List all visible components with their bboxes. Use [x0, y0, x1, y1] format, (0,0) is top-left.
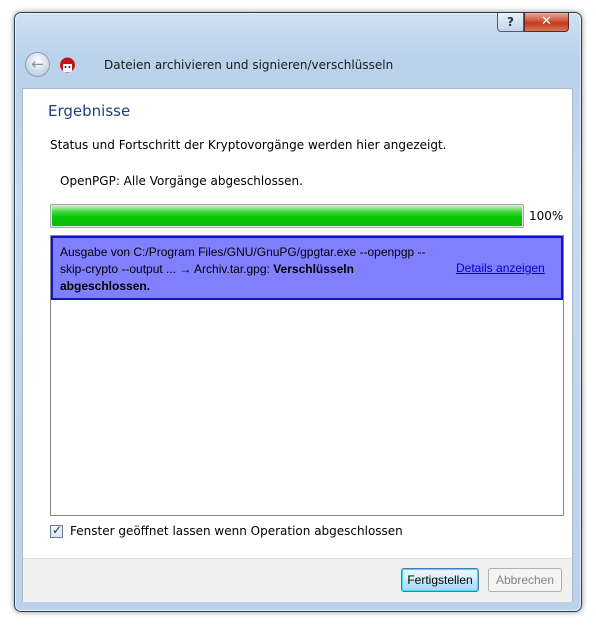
progress-bar-fill: [52, 206, 522, 226]
checkmark-icon: ✓: [52, 522, 63, 537]
page-description: Status und Fortschritt der Kryptovorgäng…: [50, 138, 447, 152]
keep-open-option[interactable]: ✓ Fenster geöffnet lassen wenn Operation…: [50, 522, 403, 538]
help-button[interactable]: ?: [497, 13, 524, 32]
keep-open-checkbox[interactable]: ✓: [50, 522, 63, 538]
operations-status: OpenPGP: Alle Vorgänge abgeschlossen.: [60, 174, 303, 188]
result-message: Ausgabe von C:/Program Files/GNU/GnuPG/g…: [60, 244, 445, 295]
result-output-text: Ausgabe von C:/Program Files/GNU/GnuPG/g…: [60, 245, 426, 276]
cancel-button[interactable]: Abbrechen: [488, 568, 562, 592]
progress-bar: [50, 204, 524, 228]
page-title: Ergebnisse: [48, 102, 131, 120]
show-details-link[interactable]: Details anzeigen: [456, 261, 545, 275]
kleopatra-app-icon: [60, 57, 75, 73]
window-title: Dateien archivieren und signieren/versch…: [104, 58, 394, 72]
back-arrow-icon[interactable]: ←: [25, 52, 50, 77]
keep-open-label[interactable]: Fenster geöffnet lassen wenn Operation a…: [70, 524, 403, 538]
progress-percentage: 100%: [529, 209, 564, 223]
close-button[interactable]: ✕: [524, 13, 569, 32]
finish-button[interactable]: Fertigstellen: [401, 568, 479, 592]
